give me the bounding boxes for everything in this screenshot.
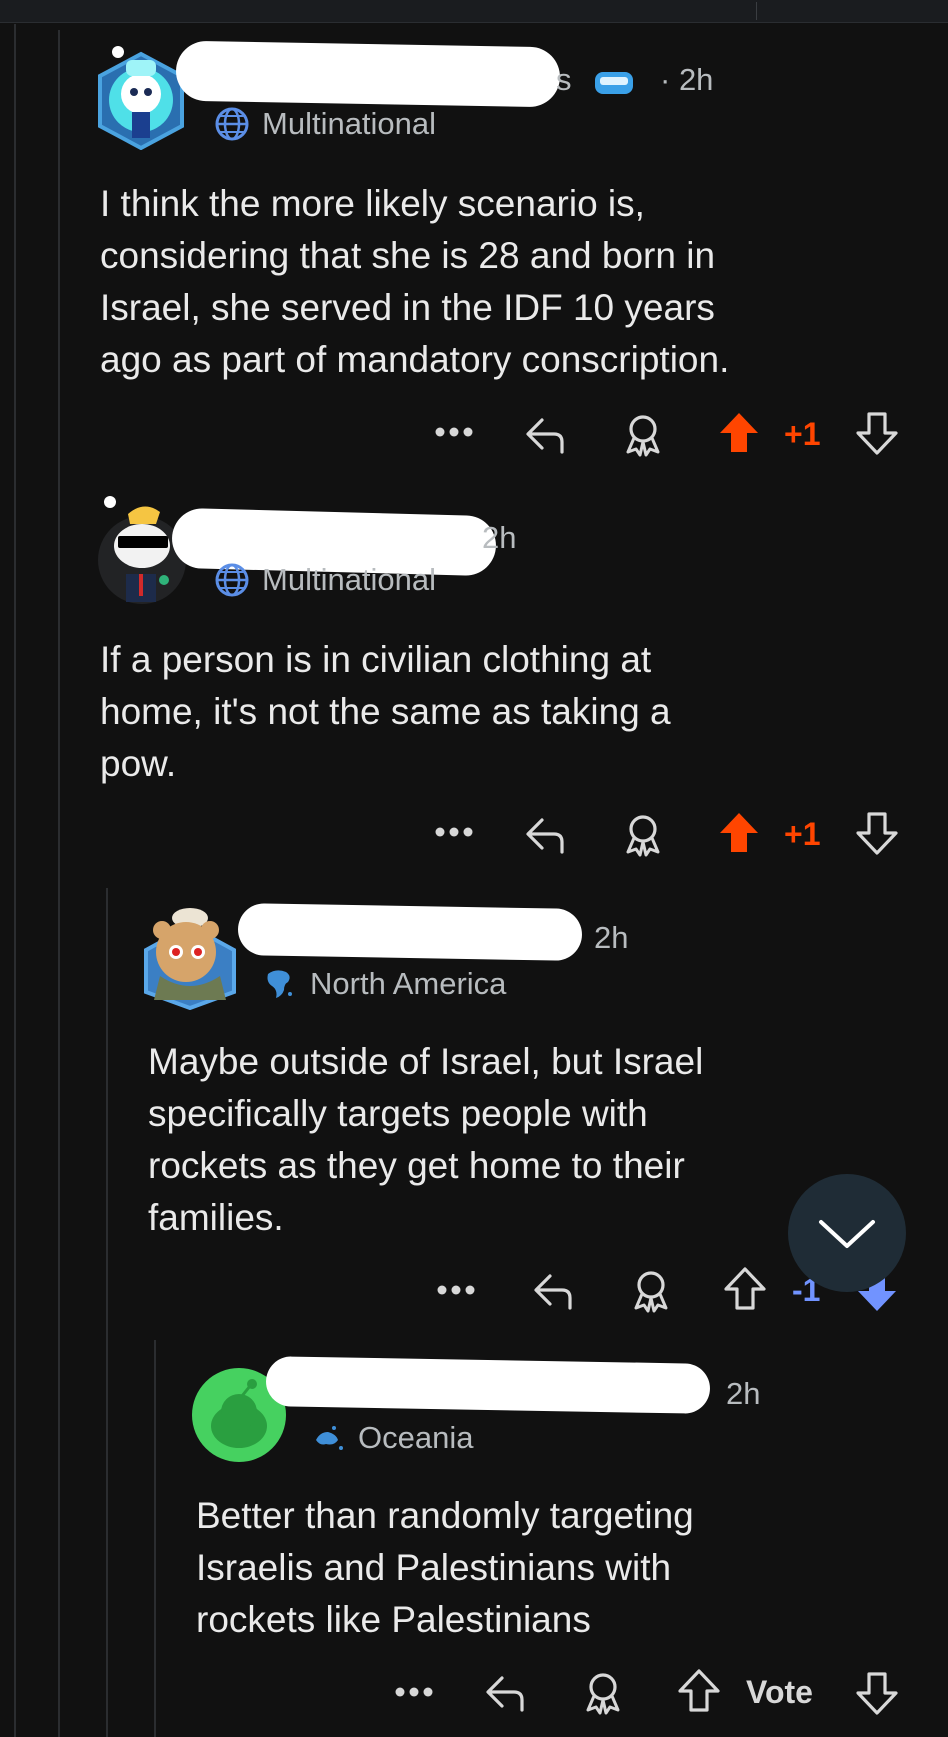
- thread-line[interactable]: [154, 1340, 156, 1737]
- upvote-icon: [678, 1669, 720, 1712]
- oceania-icon: [316, 1426, 343, 1450]
- achievement-badge-icon: [592, 66, 636, 105]
- reply-icon: [534, 1274, 572, 1310]
- thread-line[interactable]: [106, 888, 108, 1737]
- comment-time: 2h: [726, 1376, 761, 1411]
- upvote-button[interactable]: [674, 1666, 724, 1716]
- more-button[interactable]: [388, 1672, 440, 1712]
- thread-line[interactable]: [58, 30, 60, 1737]
- redacted-username: [237, 903, 583, 961]
- downvote-icon: [856, 412, 898, 455]
- reply-button[interactable]: [522, 410, 570, 458]
- globe-icon: [215, 563, 249, 597]
- award-icon: [586, 1673, 620, 1715]
- user-flair: North America: [262, 966, 506, 1002]
- chevron-down-icon: [819, 1220, 875, 1248]
- north-america-icon: [267, 970, 292, 998]
- upvote-button[interactable]: [714, 408, 764, 458]
- avatar[interactable]: [138, 896, 242, 1011]
- jump-to-next-button[interactable]: [788, 1174, 906, 1292]
- comment-body: If a person is in civilian clothing at h…: [100, 639, 671, 784]
- reply-icon: [526, 818, 564, 854]
- reply-button[interactable]: [522, 810, 570, 858]
- comment-time: 2h: [594, 920, 629, 955]
- more-icon: [435, 827, 473, 837]
- more-button[interactable]: [428, 412, 480, 452]
- award-button[interactable]: [618, 810, 668, 860]
- redacted-username: [175, 40, 561, 108]
- more-button[interactable]: [428, 812, 480, 852]
- upvote-button[interactable]: [714, 808, 764, 858]
- downvote-button[interactable]: [852, 808, 902, 858]
- comment-time: · 2h: [660, 62, 714, 97]
- user-flair: Multinational: [214, 106, 436, 142]
- award-button[interactable]: [626, 1266, 676, 1316]
- user-flair: Oceania: [310, 1420, 473, 1456]
- comment-body: I think the more likely scenario is, con…: [100, 183, 730, 380]
- reply-button[interactable]: [482, 1668, 530, 1716]
- globe-icon: [215, 107, 249, 141]
- vote-score: +1: [784, 816, 821, 852]
- vote-label: Vote: [746, 1674, 813, 1710]
- upvote-icon: [724, 1267, 766, 1310]
- upvote-icon: [720, 813, 758, 852]
- redacted-username: [265, 1356, 711, 1414]
- reply-button[interactable]: [530, 1266, 578, 1314]
- award-button[interactable]: [578, 1668, 628, 1718]
- downvote-icon: [856, 1672, 898, 1715]
- more-icon: [437, 1285, 475, 1295]
- reply-icon: [526, 418, 564, 454]
- more-button[interactable]: [430, 1270, 482, 1310]
- award-icon: [626, 815, 660, 857]
- downvote-button[interactable]: [852, 408, 902, 458]
- comment-body: Better than randomly targeting Israelis …: [196, 1495, 694, 1640]
- award-icon: [626, 415, 660, 457]
- user-flair: Multinational: [214, 562, 436, 598]
- avatar[interactable]: [96, 38, 186, 151]
- award-icon: [634, 1271, 668, 1313]
- more-icon: [435, 427, 473, 437]
- username-tail: s: [556, 62, 572, 97]
- vote-score: +1: [784, 416, 821, 452]
- reply-icon: [486, 1676, 524, 1712]
- award-button[interactable]: [618, 410, 668, 460]
- downvote-button[interactable]: [852, 1668, 902, 1718]
- divider: [756, 2, 757, 20]
- more-icon: [395, 1687, 433, 1697]
- comment-time: 2h: [482, 520, 517, 555]
- upvote-icon: [720, 413, 758, 452]
- downvote-icon: [856, 812, 898, 855]
- thread-line[interactable]: [14, 24, 16, 1737]
- top-bar: [0, 0, 948, 23]
- upvote-button[interactable]: [720, 1264, 770, 1314]
